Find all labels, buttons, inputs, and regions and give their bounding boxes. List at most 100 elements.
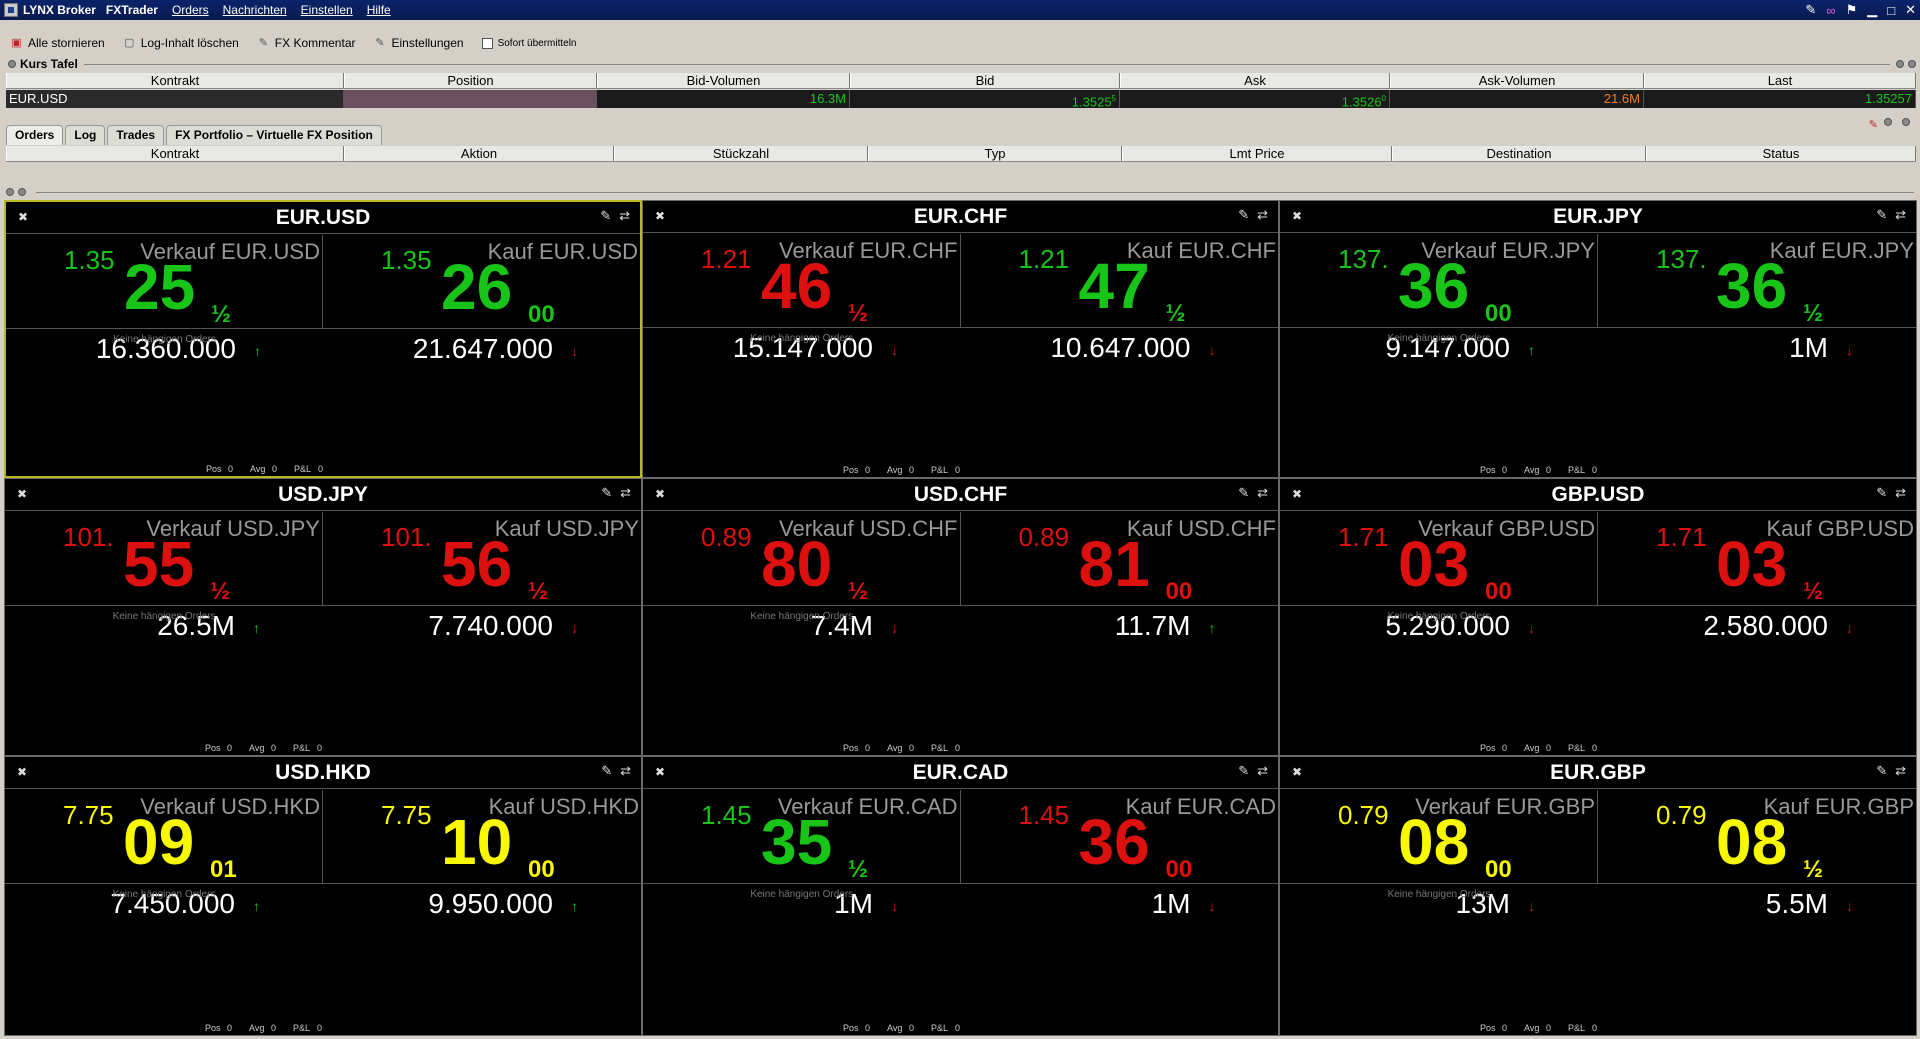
menu-einstellen[interactable]: Einstellen [301, 3, 353, 17]
wrench-icon[interactable]: ✎ [601, 485, 612, 501]
wrench-icon[interactable]: ✎ [600, 208, 611, 224]
fx-tile[interactable]: ✖ EUR.GBP ✎ ⇄ Verkauf EUR.GBP 0.79 08 00… [1279, 756, 1917, 1036]
detach-icon[interactable] [1884, 118, 1892, 126]
tab-orders[interactable]: Orders [6, 125, 64, 145]
fx-tile[interactable]: ✖ GBP.USD ✎ ⇄ Verkauf GBP.USD 1.71 03 00… [1279, 478, 1917, 756]
expand-icon[interactable] [18, 188, 26, 196]
swap-icon[interactable]: ⇄ [1257, 207, 1268, 223]
close-panel-icon[interactable] [1908, 60, 1916, 68]
col-bid[interactable]: Bid [850, 73, 1120, 88]
wrench-icon[interactable]: ✎ [1805, 2, 1816, 18]
checkbox-box[interactable] [481, 37, 493, 49]
flag-icon[interactable]: ⚑ [1846, 2, 1858, 18]
swap-icon[interactable]: ⇄ [1895, 763, 1906, 779]
col-typ[interactable]: Typ [868, 146, 1122, 161]
col-destination[interactable]: Destination [1392, 146, 1646, 161]
col-stueckzahl[interactable]: Stückzahl [614, 146, 868, 161]
settings-button[interactable]: ✎ Einstellungen [374, 36, 463, 50]
sell-button[interactable]: Verkauf GBP.USD 1.71 03 00 5.290.000 ↓ [1280, 512, 1598, 641]
minimize-icon[interactable]: ▁ [1867, 2, 1877, 18]
menu-orders[interactable]: Orders [172, 3, 209, 17]
menu-hilfe[interactable]: Hilfe [367, 3, 391, 17]
fx-tile[interactable]: ✖ EUR.JPY ✎ ⇄ Verkauf EUR.JPY 137. 36 00… [1279, 200, 1917, 478]
tab-log[interactable]: Log [65, 125, 106, 145]
wrench-icon[interactable]: ✎ [1876, 207, 1887, 223]
buy-button[interactable]: Kauf USD.HKD 7.75 10 00 9.950.000 ↑ [323, 790, 641, 919]
sell-button[interactable]: Verkauf USD.CHF 0.89 80 ½ 7.4M ↓ [643, 512, 961, 641]
buy-button[interactable]: Kauf GBP.USD 1.71 03 ½ 2.580.000 ↓ [1598, 512, 1916, 641]
pending-orders-text: Keine hängigen Orders [750, 889, 854, 900]
close-panel-icon[interactable] [1902, 118, 1910, 126]
col-position[interactable]: Position [344, 73, 597, 88]
sell-button[interactable]: Verkauf EUR.CHF 1.21 46 ½ 15.147.000 ↓ [643, 234, 961, 363]
collapse-icon[interactable] [8, 60, 16, 68]
buy-button[interactable]: Kauf EUR.JPY 137. 36 ½ 1M ↓ [1598, 234, 1916, 363]
swap-icon[interactable]: ⇄ [1257, 485, 1268, 501]
fx-tile[interactable]: ✖ EUR.CAD ✎ ⇄ Verkauf EUR.CAD 1.45 35 ½ … [642, 756, 1279, 1036]
swap-icon[interactable]: ⇄ [1895, 485, 1906, 501]
col-bid-volume[interactable]: Bid-Volumen [597, 73, 850, 88]
fx-tile[interactable]: ✖ USD.HKD ✎ ⇄ Verkauf USD.HKD 7.75 09 01… [4, 756, 642, 1036]
swap-icon[interactable]: ⇄ [620, 763, 631, 779]
sell-button[interactable]: Verkauf EUR.CAD 1.45 35 ½ 1M ↓ [643, 790, 961, 919]
pos-value: 0 [1502, 743, 1508, 753]
col-ask[interactable]: Ask [1120, 73, 1390, 88]
sell-button[interactable]: Verkauf EUR.JPY 137. 36 00 9.147.000 ↑ [1280, 234, 1598, 363]
cancel-all-button[interactable]: ▣ Alle stornieren [10, 36, 104, 50]
tab-trades[interactable]: Trades [107, 125, 165, 145]
buy-button[interactable]: Kauf USD.CHF 0.89 81 00 11.7M ↑ [961, 512, 1279, 641]
quote-row-eurusd[interactable]: EUR.USD 16.3M 1.35255 1.35260 21.6M 1.35… [6, 90, 1916, 109]
close-icon[interactable]: ✕ [1905, 2, 1916, 18]
clear-log-button[interactable]: ▢ Log-Inhalt löschen [123, 36, 239, 50]
col-kontrakt[interactable]: Kontrakt [6, 73, 344, 88]
maximize-icon[interactable]: □ [1887, 3, 1895, 18]
wrench-icon[interactable]: ✎ [601, 763, 612, 779]
fx-tile[interactable]: ✖ USD.JPY ✎ ⇄ Verkauf USD.JPY 101. 55 ½ … [4, 478, 642, 756]
tab-fx-portfolio[interactable]: FX Portfolio – Virtuelle FX Position [166, 125, 382, 145]
wrench-icon[interactable]: ✎ [1876, 485, 1887, 501]
col-kontrakt[interactable]: Kontrakt [6, 146, 344, 161]
buy-button[interactable]: Kauf EUR.USD 1.35 26 00 21.647.000 ↓ [323, 235, 640, 364]
collapse-icon[interactable] [6, 188, 14, 196]
sell-button[interactable]: Verkauf USD.JPY 101. 55 ½ 26.5M ↑ [5, 512, 323, 641]
swap-icon[interactable]: ⇄ [619, 208, 630, 224]
col-status[interactable]: Status [1646, 146, 1916, 161]
col-lmt-price[interactable]: Lmt Price [1122, 146, 1392, 161]
send-now-checkbox[interactable]: Sofort übermitteln [481, 37, 577, 49]
col-aktion[interactable]: Aktion [344, 146, 614, 161]
bid-prefix: 1.71 [1338, 522, 1389, 552]
arrow-down-icon: ↓ [1528, 620, 1535, 636]
buy-button[interactable]: Kauf EUR.CHF 1.21 47 ½ 10.647.000 ↓ [961, 234, 1279, 363]
buy-button[interactable]: Kauf EUR.GBP 0.79 08 ½ 5.5M ↓ [1598, 790, 1916, 919]
swap-icon[interactable]: ⇄ [1895, 207, 1906, 223]
col-ask-volume[interactable]: Ask-Volumen [1390, 73, 1644, 88]
bid-fraction: ½ [848, 300, 869, 327]
menu-nachrichten[interactable]: Nachrichten [223, 3, 287, 17]
link-icon[interactable]: ∞ [1826, 3, 1835, 18]
avg-value: 0 [271, 743, 277, 753]
swap-icon[interactable]: ⇄ [1257, 763, 1268, 779]
pnl-label: P&L [1568, 1023, 1586, 1033]
fx-tile[interactable]: ✖ EUR.CHF ✎ ⇄ Verkauf EUR.CHF 1.21 46 ½ … [642, 200, 1279, 478]
tile-header: ✖ USD.JPY ✎ ⇄ [5, 479, 641, 511]
sell-button[interactable]: Verkauf USD.HKD 7.75 09 01 7.450.000 ↑ [5, 790, 323, 919]
wrench-icon[interactable]: ✎ [1238, 763, 1249, 779]
detach-icon[interactable] [1896, 60, 1904, 68]
pen-icon[interactable]: ✎ [1869, 118, 1878, 131]
wrench-icon[interactable]: ✎ [1876, 763, 1887, 779]
sell-button[interactable]: Verkauf EUR.GBP 0.79 08 00 13M ↓ [1280, 790, 1598, 919]
sell-button[interactable]: Verkauf EUR.USD 1.35 25 ½ 16.360.000 ↑ [6, 235, 323, 364]
buy-button[interactable]: Kauf EUR.CAD 1.45 36 00 1M ↓ [961, 790, 1279, 919]
fx-tile[interactable]: ✖ USD.CHF ✎ ⇄ Verkauf USD.CHF 0.89 80 ½ … [642, 478, 1279, 756]
fx-comment-button[interactable]: ✎ FX Kommentar [257, 36, 356, 50]
wrench-icon[interactable]: ✎ [1238, 207, 1249, 223]
wrench-icon[interactable]: ✎ [1238, 485, 1249, 501]
tile-symbol: EUR.CHF [913, 205, 1008, 228]
col-last[interactable]: Last [1644, 73, 1916, 88]
order-panel-icons: ✎ [1869, 118, 1914, 131]
fx-tile[interactable]: ✖ EUR.USD ✎ ⇄ Verkauf EUR.USD 1.35 25 ½ … [4, 200, 642, 478]
swap-icon[interactable]: ⇄ [620, 485, 631, 501]
buy-button[interactable]: Kauf USD.JPY 101. 56 ½ 7.740.000 ↓ [323, 512, 641, 641]
pnl-value: 0 [955, 743, 961, 753]
cell-kontrakt: EUR.USD [6, 90, 344, 108]
